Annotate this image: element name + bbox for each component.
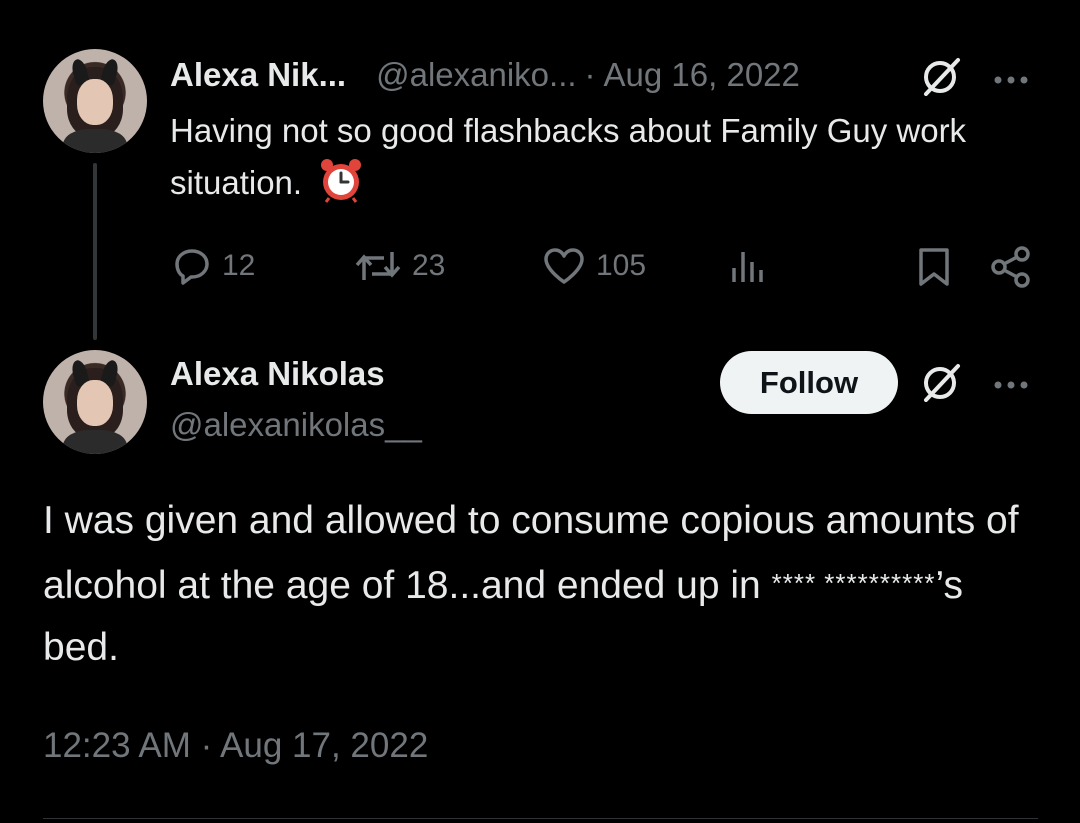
author-handle[interactable]: @alexaniko... [376,56,576,94]
more-dots-icon[interactable] [992,377,1032,389]
divider [43,818,1038,819]
grok-icon[interactable] [920,362,964,402]
tweet2-text: I was given and allowed to consume copio… [43,499,1019,669]
thread-line [93,163,97,340]
follow-button[interactable]: Follow [720,351,898,414]
repost-count: 23 [412,249,446,282]
views-button[interactable] [728,246,768,291]
bookmark-icon [919,248,949,286]
avatar[interactable] [43,350,147,454]
tweet-date[interactable]: Aug 16, 2022 [604,56,800,94]
tweet1-text: Having not so good flashbacks about Fami… [170,106,1050,218]
reply-button[interactable]: 12 [172,246,255,286]
grok-icon[interactable] [920,56,964,96]
repost-arrows-icon [355,252,401,280]
heart-icon [544,248,584,284]
reply-count: 12 [222,249,256,282]
author-name[interactable]: Alexa Nikolas [170,355,385,393]
bar-chart-icon [732,252,763,282]
repost-button[interactable]: 23 [354,246,445,286]
author-name[interactable]: Alexa Nik... [170,56,346,94]
author-handle[interactable]: @alexanikolas__ [170,406,422,444]
alarm-clock-icon [317,156,365,218]
share-button[interactable] [990,246,1032,293]
like-button[interactable]: 105 [542,246,646,286]
share-icon [991,246,1030,288]
tweet1-header: Alexa Nik... @alexaniko... · Aug 16, 202… [170,52,800,98]
avatar[interactable] [43,49,147,153]
more-dots-icon[interactable] [992,72,1032,84]
tweet-timestamp[interactable]: 12:23 AM · Aug 17, 2022 [43,726,428,766]
speech-bubble-icon [175,249,209,285]
like-count: 105 [596,249,647,282]
separator-dot: · [584,56,596,93]
censored-name: **** ********** [771,568,936,598]
bookmark-button[interactable] [914,246,954,293]
